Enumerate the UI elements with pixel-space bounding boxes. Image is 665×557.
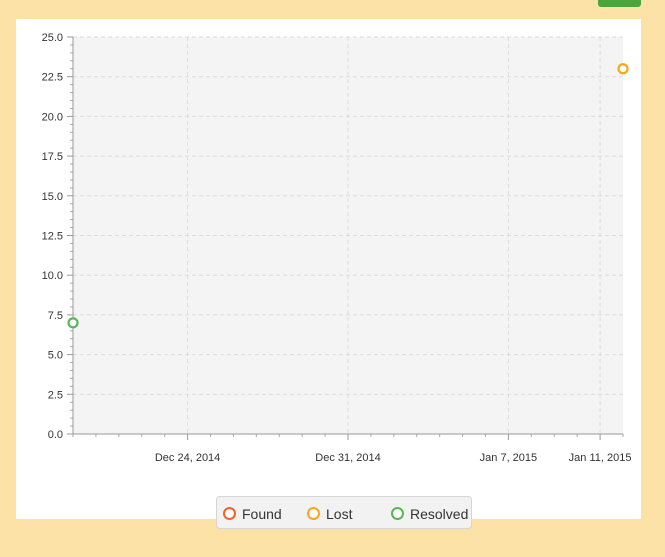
y-tick-label: 5.0 xyxy=(48,350,63,362)
legend-item-lost: Lost xyxy=(307,497,352,530)
chart-legend: Found Lost Resolved xyxy=(216,496,472,529)
corner-action-button[interactable] xyxy=(598,0,641,7)
y-tick-label: 7.5 xyxy=(48,310,63,322)
legend-item-found: Found xyxy=(223,497,282,530)
data-point-lost xyxy=(617,63,629,75)
chart-card: 0.0 2.5 5.0 7.5 10.0 12.5 15.0 17.5 20.0 22.5 25.0… xyxy=(16,19,641,529)
x-tick-label: Dec 24, 2014 xyxy=(155,452,220,464)
scatter-chart: 0.0 2.5 5.0 7.5 10.0 12.5 15.0 17.5 20.0 22.5 25.0… xyxy=(42,32,632,464)
y-tick-label: 17.5 xyxy=(42,151,63,163)
legend-label: Lost xyxy=(326,505,353,522)
x-tick-label: Jan 7, 2015 xyxy=(480,452,538,464)
y-tick-label: 0.0 xyxy=(48,429,63,441)
y-tick-label: 12.5 xyxy=(42,231,63,243)
legend-label: Found xyxy=(242,505,282,522)
y-tick-label: 15.0 xyxy=(42,191,63,203)
legend-marker-icon xyxy=(307,507,320,520)
legend-label: Resolved xyxy=(410,505,469,522)
legend-marker-icon xyxy=(223,507,236,520)
y-tick-label: 10.0 xyxy=(42,270,63,282)
y-tick-label: 22.5 xyxy=(42,72,63,84)
y-tick-label: 2.5 xyxy=(48,389,63,401)
data-point-resolved xyxy=(67,317,79,329)
x-tick-label: Dec 31, 2014 xyxy=(315,452,380,464)
y-tick-label: 20.0 xyxy=(42,111,63,123)
legend-item-resolved: Resolved xyxy=(391,497,468,530)
y-tick-label: 25.0 xyxy=(42,32,63,44)
legend-marker-icon xyxy=(391,507,404,520)
x-tick-label: Jan 11, 2015 xyxy=(569,452,632,464)
